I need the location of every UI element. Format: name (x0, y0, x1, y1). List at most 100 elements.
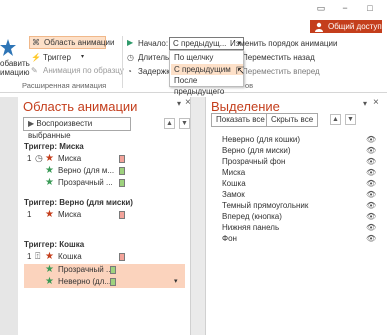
start-dropdown-menu: По щелчку С предыдущим После предыдущего (169, 50, 244, 96)
animation-painter-button[interactable]: ✎ Анимация по образцу (31, 66, 124, 77)
animation-item-selected[interactable]: ★ Неверно (дл... ▾ (24, 276, 185, 288)
timing-bar (119, 253, 125, 261)
selection-item[interactable]: Прозрачный фон (222, 157, 285, 166)
dropdown-option-after-previous[interactable]: После предыдущего (171, 75, 243, 96)
move-up-button[interactable]: ▲ (164, 118, 175, 129)
add-animation-label-2[interactable]: имацию (0, 68, 29, 77)
emphasis-star-icon: ★ (45, 276, 54, 287)
eye-icon[interactable]: 👁 (366, 135, 376, 144)
entrance-star-icon: ★ (45, 209, 54, 220)
chevron-down-icon: ▾ (81, 54, 85, 60)
close-icon[interactable]: × (185, 97, 191, 108)
chevron-down-icon[interactable]: ▾ (174, 277, 178, 285)
eye-icon[interactable]: 👁 (366, 190, 376, 199)
play-icon: ▶ (127, 38, 134, 47)
duration-label: Длитель (138, 53, 170, 62)
add-animation-star-icon[interactable] (0, 38, 16, 58)
timing-bar (119, 211, 125, 219)
trigger-heading: Триггер: Миска (24, 142, 84, 151)
item-label: Прозрачный ... (58, 265, 113, 274)
item-label: Неверно (дл... (58, 277, 112, 286)
pane-options-icon[interactable]: ▾ (177, 99, 181, 108)
selection-item[interactable]: Неверно (для кошки) (222, 135, 300, 144)
share-label: Общий доступ (328, 22, 382, 31)
play-selected-button[interactable]: ▶ Воспроизвести выбранные (23, 117, 131, 140)
selection-item[interactable]: Миска (222, 168, 245, 177)
emphasis-star-icon: ★ (45, 264, 54, 275)
start-label: Начало: (138, 39, 169, 48)
start-value: С предыдущ... (173, 39, 227, 48)
reorder-label: Изменить порядок анимации (230, 39, 338, 48)
ribbon-divider (122, 36, 123, 88)
animation-item-selected[interactable]: ★ Прозрачный ... (24, 264, 185, 276)
item-number: 1 (27, 252, 32, 261)
bring-forward-button[interactable]: ▲ (330, 114, 341, 125)
eye-icon[interactable]: 👁 (366, 234, 376, 243)
animation-item[interactable]: 1 ◷ ★ Миска (24, 153, 179, 165)
animation-item[interactable]: ★ Верно (для м... (24, 165, 179, 177)
timing-bar (119, 155, 125, 163)
hide-all-button[interactable]: Скрыть все (266, 113, 319, 127)
trigger-label: Триггер (43, 53, 71, 62)
eye-icon[interactable]: 👁 (366, 201, 376, 210)
eye-icon[interactable]: 👁 (366, 168, 376, 177)
add-animation-label[interactable]: обавить (0, 59, 30, 68)
title-bar (0, 0, 387, 17)
paint-brush-icon: ✎ (31, 66, 38, 75)
item-label: Миска (58, 210, 82, 219)
animation-pane-title: Область анимации (23, 99, 138, 114)
slide-canvas-edge (0, 97, 18, 335)
timing-bar (119, 167, 125, 175)
timing-bar (110, 266, 116, 274)
eye-icon[interactable]: 👁 (366, 223, 376, 232)
trigger-button[interactable]: ⚡ Триггер ▾ (31, 53, 91, 64)
trigger-heading: Триггер: Верно (для миски) (24, 198, 133, 207)
minimize-button[interactable]: − (338, 2, 352, 14)
item-label: Верно (для м... (58, 166, 115, 175)
animation-item[interactable]: 1 ⍐ ★ Кошка (24, 251, 179, 263)
selection-item[interactable]: Вперед (кнопка) (222, 212, 282, 221)
timing-bar (119, 179, 125, 187)
emphasis-star-icon: ★ (45, 177, 54, 188)
selection-item[interactable]: Темный прямоугольник (222, 201, 308, 210)
selection-item[interactable]: Кошка (222, 179, 246, 188)
item-label: Кошка (58, 252, 82, 261)
show-all-button[interactable]: Показать все (211, 113, 270, 127)
item-number: 1 (27, 210, 32, 219)
selection-item[interactable]: Фон (222, 234, 237, 243)
animation-pane: Область анимации ▾ × ▶ Воспроизвести выб… (18, 97, 191, 335)
maximize-button[interactable]: □ (363, 2, 377, 14)
group-label-timing-fragment: ов (245, 81, 254, 90)
play-selected-label: Воспроизвести выбранные (28, 119, 93, 140)
pane-options-icon[interactable]: ▾ (363, 99, 367, 108)
animation-item[interactable]: 1 ★ Миска (24, 209, 179, 221)
trigger-icon: ⚡ (31, 53, 41, 62)
pane-splitter[interactable] (191, 97, 205, 335)
entrance-star-icon: ★ (45, 251, 54, 262)
eye-icon[interactable]: 👁 (366, 157, 376, 166)
animation-pane-button[interactable]: ⌘ Область анимации (29, 36, 114, 49)
ribbon-display-options-button[interactable]: ▭ (314, 2, 328, 14)
item-label: Прозрачный ... (58, 178, 113, 187)
selection-pane-title: Выделение (211, 99, 280, 114)
move-down-button[interactable]: ▼ (179, 118, 190, 129)
group-label-advanced-animation: Расширенная анимация (22, 81, 107, 90)
animation-pane-label: Область анимации (44, 38, 115, 47)
animation-item[interactable]: ★ Прозрачный ... (24, 177, 179, 189)
selection-item[interactable]: Верно (для миски) (222, 146, 290, 155)
selection-item[interactable]: Нижняя панель (222, 223, 279, 232)
move-forward-button[interactable]: Переместить вперед (242, 67, 320, 76)
dropdown-option-with-previous[interactable]: С предыдущим (171, 64, 243, 75)
send-backward-button[interactable]: ▼ (345, 114, 356, 125)
dropdown-option-on-click[interactable]: По щелчку (171, 52, 243, 63)
eye-icon[interactable]: 👁 (366, 212, 376, 221)
item-number: 1 (27, 154, 32, 163)
close-icon[interactable]: × (373, 97, 379, 108)
move-back-button[interactable]: Переместить назад (242, 53, 315, 62)
eye-icon[interactable]: 👁 (366, 179, 376, 188)
selection-item[interactable]: Замок (222, 190, 245, 199)
mouse-cursor-icon: ⇱ (236, 66, 245, 77)
share-button[interactable]: Общий доступ (310, 20, 382, 34)
eye-icon[interactable]: 👁 (366, 146, 376, 155)
clock-icon: ◷ (35, 153, 43, 163)
